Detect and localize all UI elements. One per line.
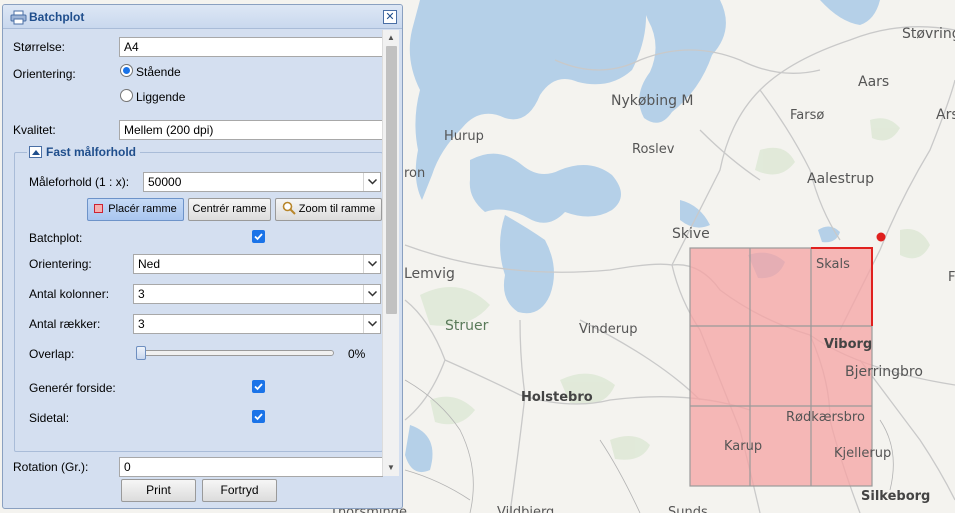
collapse-icon[interactable] (29, 146, 42, 158)
place-label: Rødkærsbro (786, 410, 865, 425)
batch-orientation-label: Orientering: (29, 257, 92, 271)
center-frame-button[interactable]: Centrér ramme (188, 198, 271, 221)
rows-value: 3 (138, 317, 145, 331)
magnifier-icon (282, 201, 296, 215)
chevron-down-icon (363, 173, 380, 191)
overlap-label: Overlap: (29, 347, 75, 361)
batchplot-checkbox[interactable] (252, 230, 265, 243)
overlap-value: 0% (348, 347, 366, 361)
place-frame-label: Placér ramme (108, 203, 177, 215)
close-button[interactable]: ✕ (383, 10, 397, 24)
place-label: Støvring (902, 26, 955, 42)
cancel-button[interactable]: Fortryd (202, 479, 277, 502)
page-numbers-checkbox[interactable] (252, 410, 265, 423)
size-field[interactable]: A4 (119, 37, 383, 57)
place-label: Skals (816, 257, 850, 272)
scale-select[interactable]: 50000 (143, 172, 381, 192)
chevron-down-icon (363, 255, 380, 273)
zoom-frame-button[interactable]: Zoom til ramme (275, 198, 382, 221)
fieldset-title: Fast målforhold (46, 145, 137, 159)
orientation-label: Orientering: (13, 67, 76, 81)
place-label: Holstebro (521, 390, 593, 405)
place-label: Struer (445, 318, 489, 334)
dialog-title: Batchplot (29, 10, 85, 24)
place-label: Nykøbing M (611, 93, 694, 109)
dialog-footer: Print Fortryd (3, 477, 402, 507)
cover-checkbox[interactable] (252, 380, 265, 393)
place-label: Lemvig (404, 266, 455, 282)
frame-icon (94, 204, 104, 213)
place-label: Vildbjerg (497, 505, 555, 513)
page-numbers-label: Sidetal: (29, 411, 70, 425)
zoom-frame-label: Zoom til ramme (298, 203, 376, 215)
columns-select[interactable]: 3 (133, 284, 381, 304)
scroll-thumb[interactable] (386, 46, 397, 314)
quality-field[interactable]: Mellem (200 dpi) (119, 120, 383, 140)
place-label: Hurup (444, 129, 484, 144)
chevron-down-icon (363, 315, 380, 333)
scroll-down-icon[interactable]: ▼ (383, 460, 399, 476)
fieldset-legend[interactable]: Fast målforhold (27, 145, 141, 159)
batchplot-label: Batchplot: (29, 231, 83, 245)
place-label: ron (404, 166, 426, 181)
location-marker[interactable] (876, 232, 886, 242)
size-label: Størrelse: (13, 40, 66, 54)
place-label: Skive (672, 226, 710, 242)
place-label: Vinderup (579, 322, 638, 337)
batch-orientation-value: Ned (138, 257, 161, 271)
rows-label: Antal rækker: (29, 317, 101, 331)
rotation-label: Rotation (Gr.): (13, 460, 89, 474)
place-label: Aars (858, 74, 890, 90)
scroll-up-icon[interactable]: ▲ (383, 30, 399, 46)
radio-landscape[interactable] (120, 89, 133, 102)
radio-landscape-label[interactable]: Liggende (136, 90, 185, 104)
place-label: Silkeborg (861, 489, 931, 504)
rows-select[interactable]: 3 (133, 314, 381, 334)
printer-icon (10, 10, 27, 25)
quality-label: Kvalitet: (13, 123, 56, 137)
place-label: Ars (936, 107, 955, 123)
columns-label: Antal kolonner: (29, 287, 110, 301)
overlap-slider-thumb[interactable] (136, 346, 146, 360)
columns-value: 3 (138, 287, 145, 301)
dialog-titlebar[interactable]: Batchplot ✕ (3, 5, 402, 29)
chevron-down-icon (363, 285, 380, 303)
scale-value: 50000 (148, 175, 182, 189)
radio-portrait[interactable] (120, 64, 133, 77)
place-label: Viborg (824, 337, 873, 352)
place-label: Bjerringbro (845, 364, 923, 380)
overlap-slider-track[interactable] (136, 350, 334, 356)
place-label: Farsø (790, 108, 825, 123)
print-button[interactable]: Print (121, 479, 196, 502)
place-label: Karup (724, 439, 763, 454)
batchplot-dialog: Batchplot ✕ Størrelse: A4 Orientering: S… (2, 4, 403, 509)
place-frame-button[interactable]: Placér ramme (87, 198, 184, 221)
radio-portrait-label[interactable]: Stående (136, 65, 181, 79)
place-label: Kjellerup (834, 446, 892, 461)
dialog-scrollbar[interactable]: ▲ ▼ (382, 30, 399, 476)
batch-orientation-select[interactable]: Ned (133, 254, 381, 274)
place-label: Sunds (668, 505, 708, 513)
place-label: Roslev (632, 142, 675, 157)
scale-label: Måleforhold (1 : x): (29, 175, 130, 189)
place-label: F (948, 270, 955, 285)
rotation-field[interactable]: 0 (119, 457, 383, 477)
place-label: Aalestrup (807, 171, 874, 187)
dialog-content[interactable]: Størrelse: A4 Orientering: Stående Ligge… (3, 30, 383, 508)
cover-label: Generér forside: (29, 381, 116, 395)
